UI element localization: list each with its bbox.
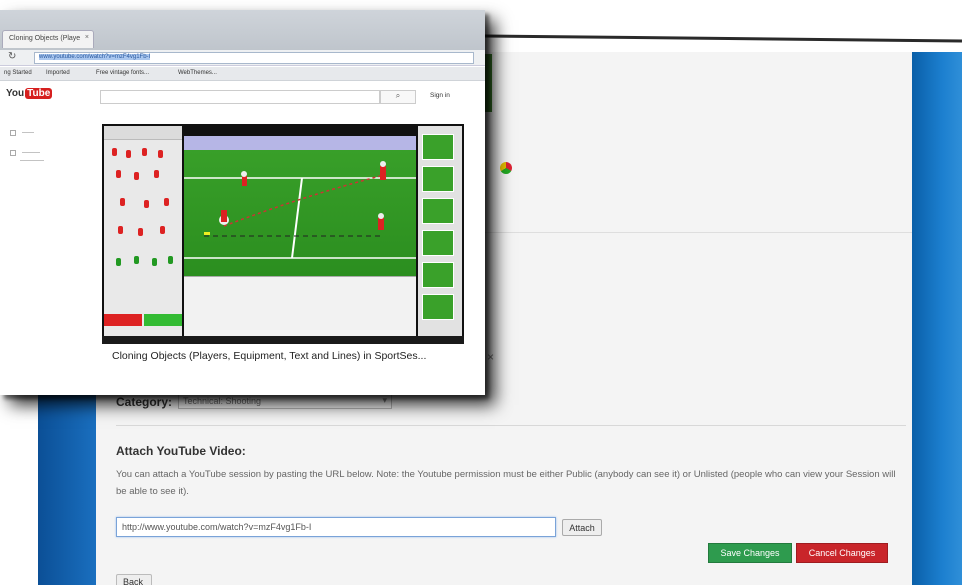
page-background-right xyxy=(912,52,962,585)
frames-panel xyxy=(418,126,462,336)
bookmark-item[interactable]: Imported xyxy=(46,70,70,76)
bookmark-item[interactable]: ng Started xyxy=(4,70,32,76)
url-text: www.youtube.com/watch?v=mzF4vg1Fb-I xyxy=(39,54,151,60)
close-icon[interactable]: × xyxy=(487,350,494,364)
bookmark-item[interactable]: Free vintage fonts... xyxy=(96,70,149,76)
pitch-canvas xyxy=(184,136,416,276)
video-title[interactable]: Cloning Objects (Players, Equipment, Tex… xyxy=(112,350,426,362)
reload-icon[interactable]: ↻ xyxy=(8,51,16,62)
save-changes-button[interactable]: Save Changes xyxy=(708,543,792,563)
browser-tab-bar: Cloning Objects (Playe × xyxy=(0,10,485,50)
tab-title: Cloning Objects (Playe xyxy=(9,35,81,42)
drawing-toolbar xyxy=(184,276,416,336)
header-strip xyxy=(484,54,492,112)
category-select[interactable]: Technical: Shooting ▾ xyxy=(178,393,392,409)
url-field[interactable]: www.youtube.com/watch?v=mzF4vg1Fb-I xyxy=(34,52,474,64)
sign-in-link[interactable]: Sign in xyxy=(430,92,450,99)
form-divider xyxy=(116,425,906,426)
sidebar-item[interactable]: —— xyxy=(10,130,34,137)
tab-close-icon[interactable]: × xyxy=(85,34,89,41)
bookmark-item[interactable]: WebThemes... xyxy=(178,70,217,76)
window-top-edge xyxy=(439,34,962,43)
chrome-icon xyxy=(500,162,512,174)
youtube-search-input[interactable] xyxy=(100,90,380,104)
object-palette xyxy=(104,126,182,336)
bookmarks-bar: ng Started Imported Free vintage fonts..… xyxy=(0,67,485,81)
sidebar-item[interactable]: ——— ———— xyxy=(10,150,44,165)
youtube-browser-overlay: Cloning Objects (Playe × ↻ www.youtube.c… xyxy=(0,10,485,395)
browser-tab[interactable]: Cloning Objects (Playe × xyxy=(2,30,94,48)
category-label: Category: xyxy=(116,395,173,409)
attach-video-description: You can attach a YouTube session by past… xyxy=(116,469,896,497)
video-player[interactable] xyxy=(102,124,464,344)
category-value: Technical: Shooting xyxy=(183,396,262,406)
youtube-url-input[interactable] xyxy=(116,517,556,537)
player-controls[interactable] xyxy=(102,336,464,344)
chevron-down-icon: ▾ xyxy=(382,395,387,405)
search-icon[interactable]: ⌕ xyxy=(380,90,416,104)
back-button[interactable]: Back xyxy=(116,574,152,585)
attach-button[interactable]: Attach xyxy=(562,519,602,536)
attach-video-heading: Attach YouTube Video: xyxy=(116,444,246,458)
pitch-lines xyxy=(184,161,416,259)
youtube-logo[interactable]: You Tube xyxy=(6,88,53,99)
address-bar: ↻ www.youtube.com/watch?v=mzF4vg1Fb-I xyxy=(0,50,485,66)
cancel-changes-button[interactable]: Cancel Changes xyxy=(796,543,888,563)
